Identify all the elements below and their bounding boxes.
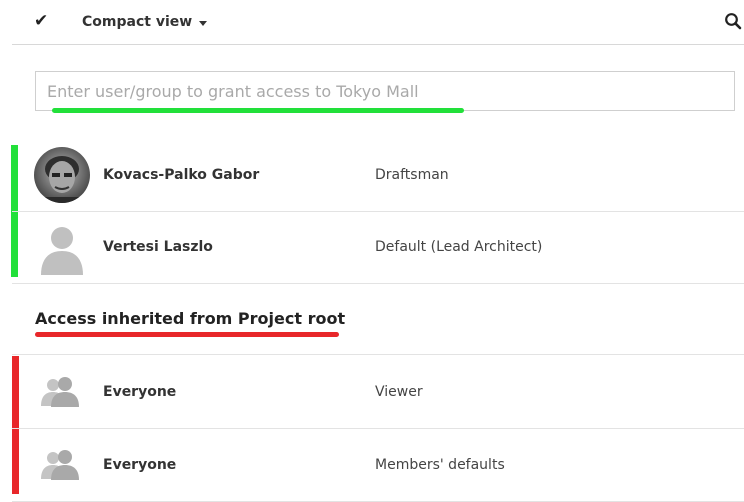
avatar — [12, 356, 90, 428]
highlight-underline — [52, 108, 464, 113]
group-role: Members' defaults — [375, 457, 505, 473]
access-row[interactable]: Vertesi Laszlo Default (Lead Architect) — [12, 211, 744, 284]
access-row[interactable]: Everyone Members' defaults — [12, 429, 744, 502]
default-avatar-icon — [41, 227, 83, 275]
user-role[interactable]: Draftsman — [375, 167, 449, 183]
chevron-down-icon — [199, 20, 208, 26]
avatar — [12, 429, 90, 501]
check-icon[interactable]: ✔ — [34, 11, 48, 31]
divider — [12, 354, 744, 355]
view-mode-label: Compact view — [82, 14, 193, 30]
toolbar: ✔ Compact view — [12, 0, 744, 45]
user-name: Kovacs-Palko Gabor — [103, 167, 260, 183]
user-role[interactable]: Default (Lead Architect) — [375, 239, 542, 255]
highlight-underline — [35, 332, 339, 337]
user-name: Vertesi Laszlo — [103, 239, 213, 255]
search-icon[interactable] — [724, 12, 742, 30]
view-mode-dropdown[interactable]: Compact view — [82, 0, 208, 44]
inherited-section-title: Access inherited from Project root — [35, 309, 346, 328]
avatar — [12, 211, 90, 283]
avatar — [12, 139, 90, 211]
group-name: Everyone — [103, 384, 177, 400]
group-role: Viewer — [375, 384, 423, 400]
access-row[interactable]: Kovacs-Palko Gabor Draftsman — [12, 139, 744, 212]
group-icon — [41, 450, 79, 480]
user-photo — [34, 147, 90, 203]
access-row[interactable]: Everyone Viewer — [12, 356, 744, 429]
group-name: Everyone — [103, 457, 177, 473]
group-icon — [41, 377, 79, 407]
grant-access-input[interactable] — [35, 71, 735, 111]
